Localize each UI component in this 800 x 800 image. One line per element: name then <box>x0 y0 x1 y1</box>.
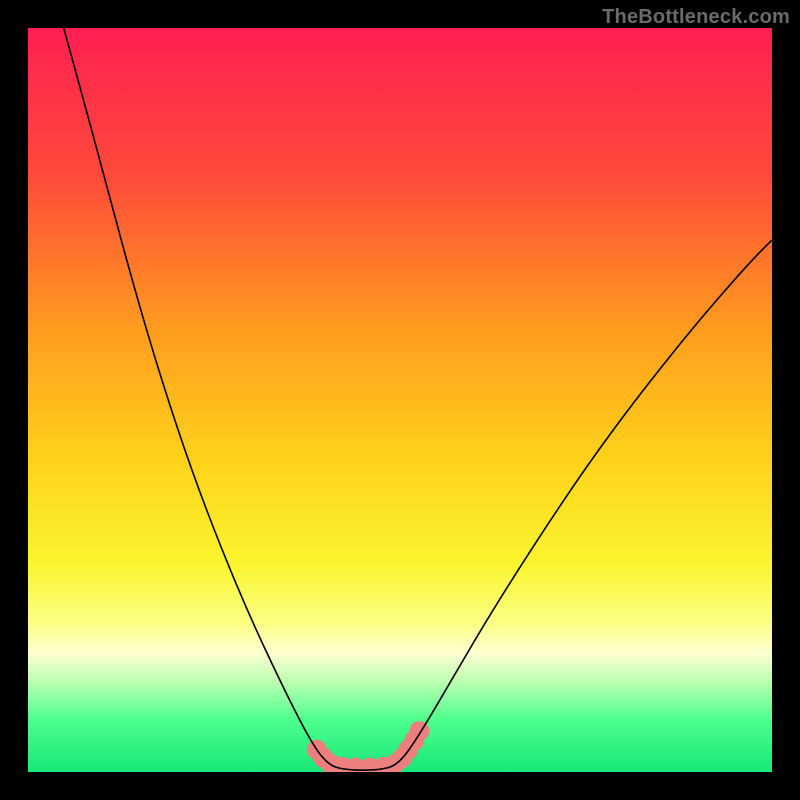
chart-frame: TheBottleneck.com <box>0 0 800 800</box>
chart-plot-area <box>28 28 772 772</box>
watermark-text: TheBottleneck.com <box>602 6 790 29</box>
chart-svg <box>28 28 772 772</box>
chart-background <box>28 28 772 772</box>
